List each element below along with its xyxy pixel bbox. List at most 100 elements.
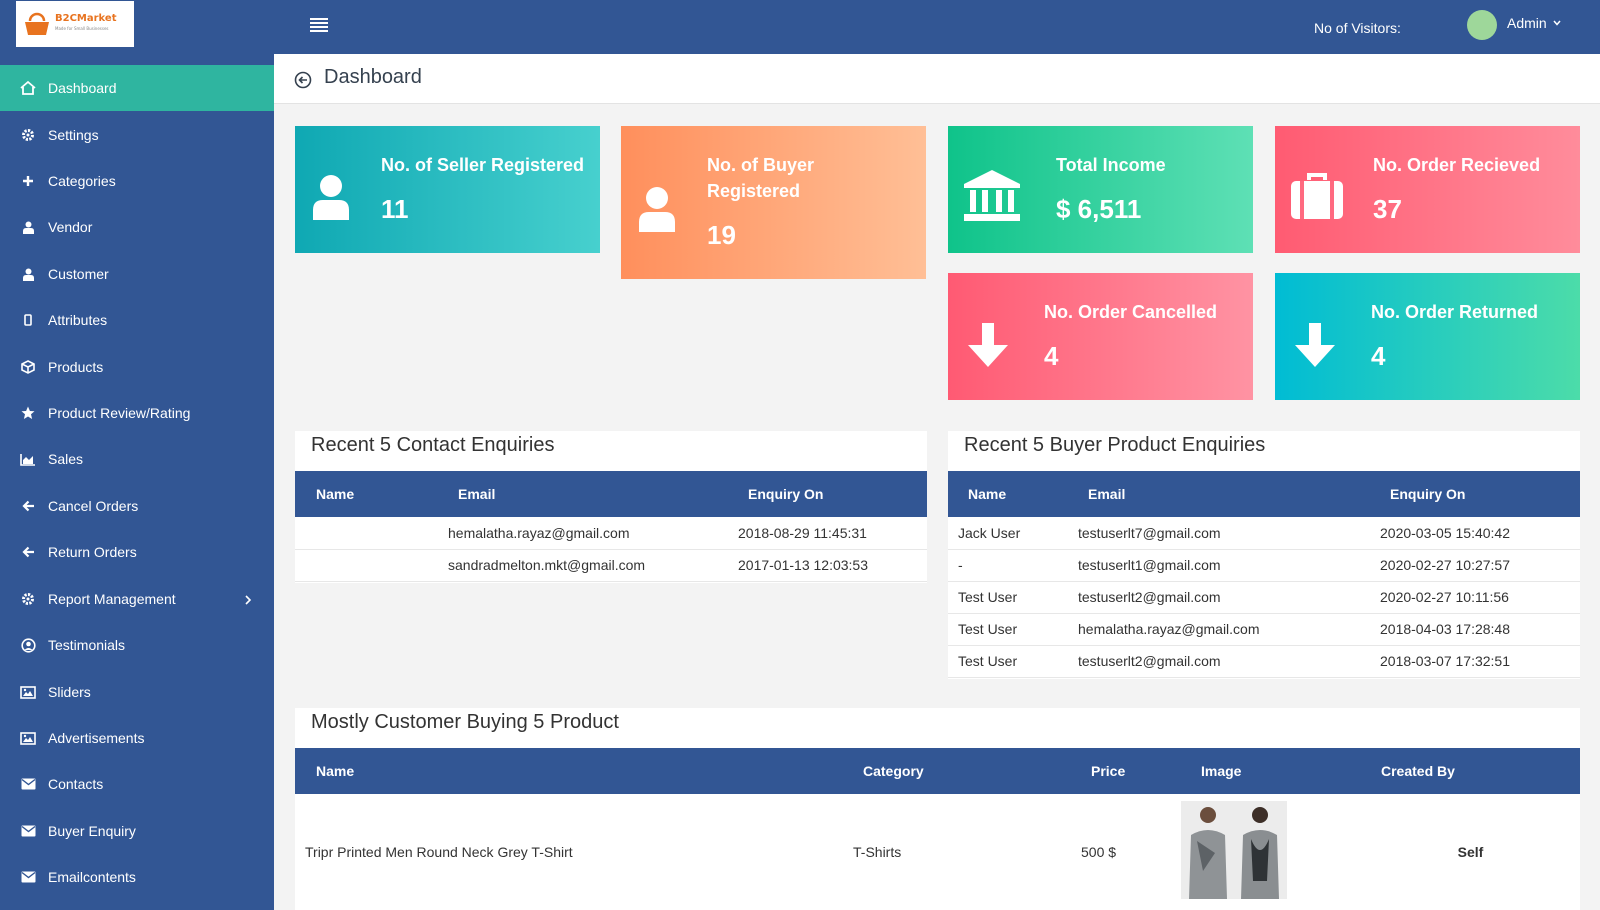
contact-enquiries-panel: Recent 5 Contact Enquiries Name Email En… (295, 431, 927, 583)
sidebar-item-sliders[interactable]: Sliders (0, 669, 274, 715)
cell-email: testuserlt2@gmail.com (1078, 589, 1221, 605)
card-label: No. Order Cancelled (1044, 302, 1218, 322)
image-icon (18, 685, 38, 699)
seller-registered-card[interactable]: No. of Seller Registered 11 (295, 126, 600, 253)
sidebar-item-emailcontents[interactable]: Emailcontents (0, 854, 274, 900)
card-label: Total Income (1056, 155, 1166, 175)
sidebar: Dashboard Settings Categories Vendor Custome… (0, 54, 274, 910)
sidebar-item-label: Testimonials (48, 637, 126, 653)
sidebar-item-customer[interactable]: Customer (0, 251, 274, 297)
sidebar-item-dashboard[interactable]: Dashboard (0, 65, 274, 111)
sidebar-item-buyer-enquiry[interactable]: Buyer Enquiry (0, 808, 274, 854)
table-row: sandradmelton.mkt@gmail.com 2017-01-13 12… (295, 549, 927, 581)
cell-image (1181, 794, 1361, 910)
gear-icon (18, 128, 38, 142)
sidebar-item-label: Contacts (48, 776, 104, 792)
image-icon (18, 731, 38, 745)
cell-date: 2018-08-29 11:45:31 (738, 524, 867, 541)
table-row: Test User testuserlt2@gmail.com 2018-03-07… (948, 645, 1580, 677)
cell-date: 2020-03-05 15:40:42 (1380, 524, 1510, 541)
arrow-down-icon (968, 323, 1008, 367)
sidebar-item-contacts[interactable]: Contacts (0, 761, 274, 807)
column-header: Price (1091, 763, 1126, 779)
column-header: Created By (1381, 763, 1455, 779)
product-image[interactable] (1181, 801, 1287, 900)
admin-name: Admin (1507, 15, 1547, 31)
table-row: - testuserlt1@gmail.com 2020-02-27 10:27:5… (948, 549, 1580, 581)
sidebar-item-report-management[interactable]: Report Management (0, 576, 274, 622)
cell-name (295, 549, 432, 581)
cell-email: sandradmelton.mkt@gmail.com (448, 557, 646, 573)
column-header: Enquiry On (1390, 486, 1466, 502)
sidebar-item-label: Dashboard (48, 80, 117, 96)
sidebar-item-categories[interactable]: Categories (0, 158, 274, 204)
sidebar-item-advertisements[interactable]: Advertisements (0, 715, 274, 761)
sidebar-item-return-orders[interactable]: Return Orders (0, 529, 274, 575)
sidebar-item-products[interactable]: Products (0, 344, 274, 390)
table-header-row: Name Email Enquiry On (948, 471, 1580, 517)
orders-received-card[interactable]: No. Order Recieved 37 (1275, 126, 1580, 253)
cell-category: T-Shirts (853, 843, 902, 860)
buyer-enquiries-table: Name Email Enquiry On Jack User testuserl… (948, 471, 1580, 678)
buyer-enquiries-panel: Recent 5 Buyer Product Enquiries Name Em… (948, 431, 1580, 679)
cell-date: 2020-02-27 10:11:56 (1380, 589, 1509, 605)
sidebar-item-cancel-orders[interactable]: Cancel Orders (0, 483, 274, 529)
sidebar-item-label: Customer (48, 266, 109, 282)
card-label: No. of Buyer Registered (707, 155, 815, 201)
sidebar-item-label: Sales (48, 451, 84, 467)
user-icon (18, 268, 38, 281)
card-value: 4 (1044, 341, 1059, 371)
admin-dropdown[interactable]: Admin (1507, 15, 1562, 31)
contact-enquiries-table: Name Email Enquiry On hemalatha.rayaz@gm… (295, 471, 927, 582)
cell-email: hemalatha.rayaz@gmail.com (1078, 621, 1260, 637)
brand-logo[interactable]: B2CMarket Made for Small Businesses (16, 1, 134, 47)
user-icon (18, 221, 38, 234)
brand-name: B2CMarket Made for Small Businesses (55, 13, 117, 32)
panel-title: Mostly Customer Buying 5 Product (311, 711, 619, 733)
bank-icon (964, 170, 1020, 221)
table-row: Test User testuserlt2@gmail.com 2020-02-27… (948, 581, 1580, 613)
sidebar-item-label: Advertisements (48, 730, 145, 746)
sidebar-item-label: Return Orders (48, 544, 137, 560)
envelope-icon (18, 778, 38, 790)
arrow-left-icon (18, 500, 38, 512)
cell-date: 2018-03-07 17:32:51 (1380, 653, 1510, 669)
table-row: Tripr Printed Men Round Neck Grey T-Shir… (295, 794, 1580, 910)
user-icon (639, 187, 675, 232)
cell-name: Test User (958, 621, 1018, 637)
cell-name: Test User (958, 589, 1018, 605)
orders-cancelled-card[interactable]: No. Order Cancelled 4 (948, 273, 1253, 400)
column-header: Email (1088, 486, 1126, 502)
card-value: 11 (381, 194, 409, 224)
chevron-down-icon (1553, 20, 1561, 26)
sidebar-item-settings[interactable]: Settings (0, 112, 274, 158)
column-header: Name (968, 486, 1007, 502)
cell-date: 2017-01-13 12:03:53 (738, 557, 868, 573)
basket-icon (25, 12, 49, 35)
user-icon (313, 175, 349, 220)
card-label: No. Order Returned (1371, 302, 1539, 322)
sidebar-item-vendor[interactable]: Vendor (0, 204, 274, 250)
column-header: Enquiry On (748, 486, 824, 502)
card-value: 37 (1373, 194, 1402, 224)
back-arrow-icon[interactable] (294, 71, 312, 89)
cube-icon (18, 360, 38, 374)
total-income-card[interactable]: Total Income $ 6,511 (948, 126, 1253, 253)
page-title: Dashboard (324, 66, 422, 88)
envelope-icon (18, 825, 38, 837)
cell-email: testuserlt2@gmail.com (1078, 653, 1221, 669)
home-icon (18, 80, 38, 96)
sidebar-item-label: Buyer Enquiry (48, 823, 136, 839)
area-chart-icon (18, 453, 38, 466)
sidebar-item-product-review-rating[interactable]: Product Review/Rating (0, 390, 274, 436)
sidebar-item-sales[interactable]: Sales (0, 436, 274, 482)
sidebar-item-testimonials[interactable]: Testimonials (0, 622, 274, 668)
sidebar-item-label: Categories (48, 173, 116, 189)
sidebar-item-attributes[interactable]: Attributes (0, 297, 274, 343)
card-value: 19 (707, 220, 736, 250)
avatar[interactable] (1467, 10, 1497, 40)
orders-returned-card[interactable]: No. Order Returned 4 (1275, 273, 1580, 400)
table-row: Jack User testuserlt7@gmail.com 2020-03-05… (948, 517, 1580, 549)
hamburger-menu-icon[interactable] (307, 15, 331, 35)
buyer-registered-card[interactable]: No. of Buyer Registered 19 (621, 126, 926, 279)
